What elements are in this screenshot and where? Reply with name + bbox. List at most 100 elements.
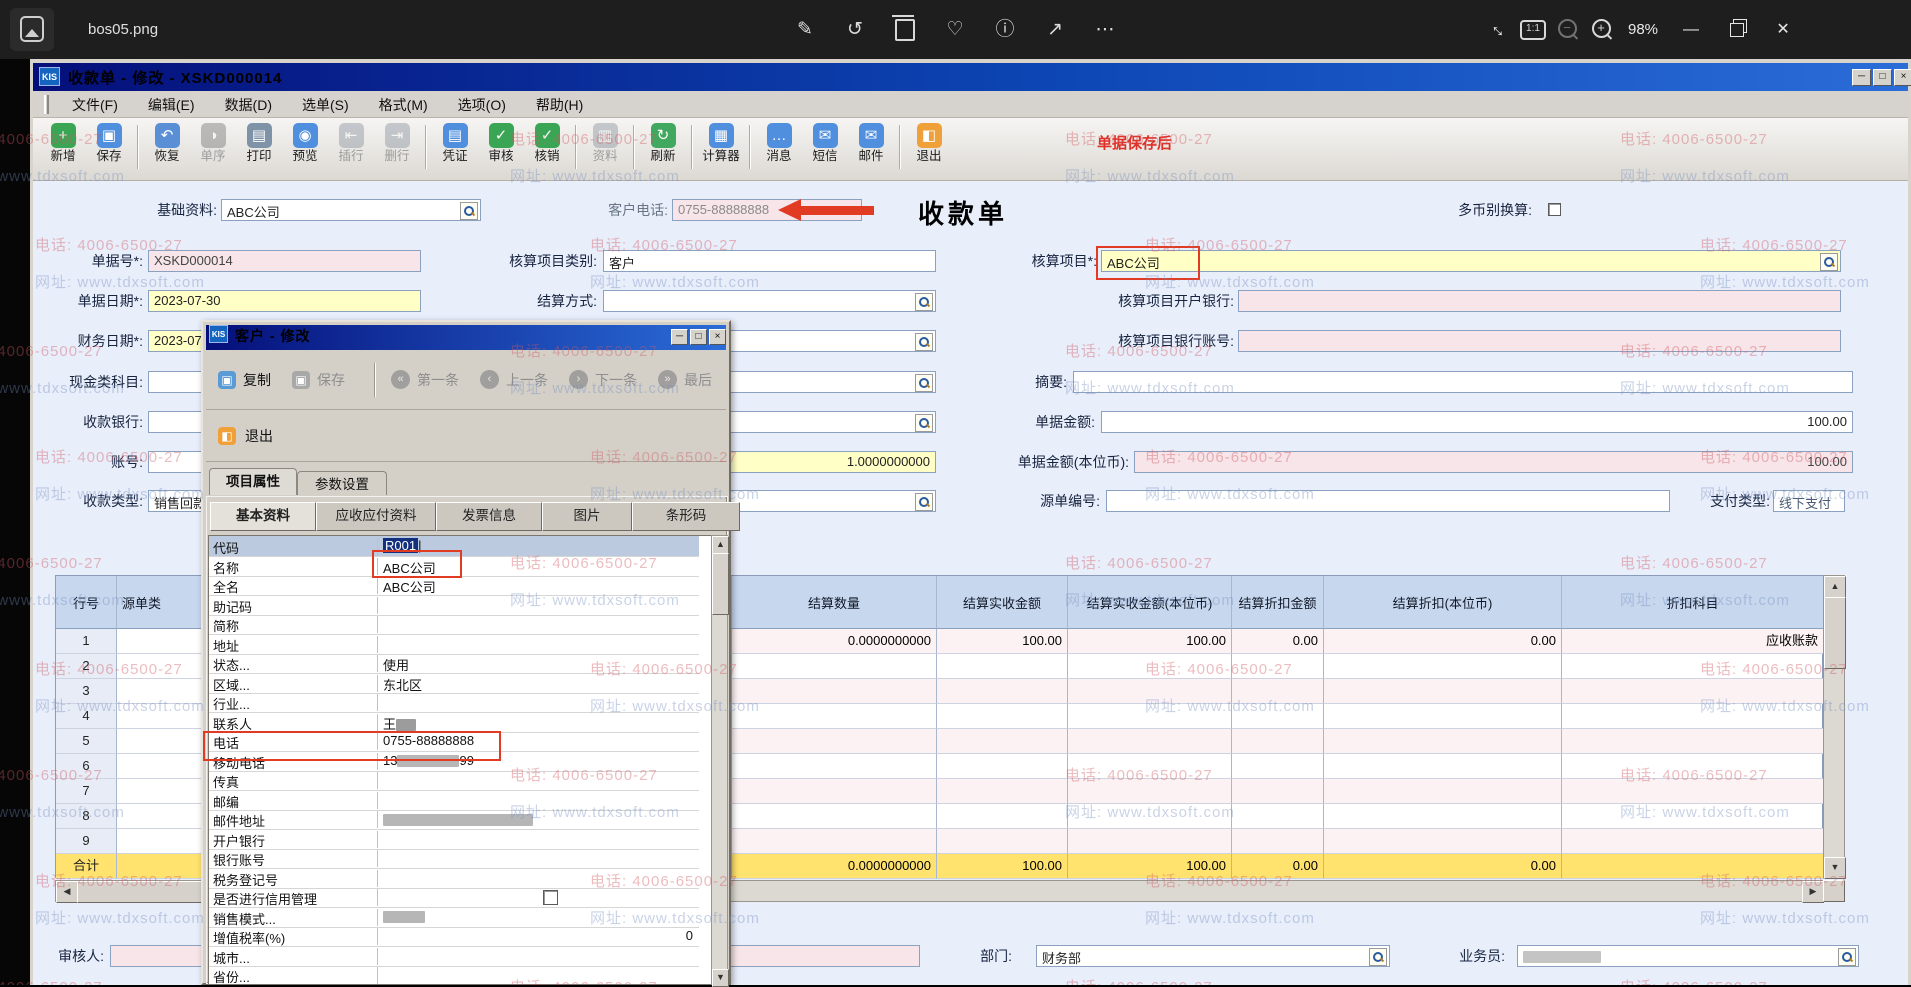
settle-method-field[interactable]	[603, 290, 936, 312]
dialog-scroll-up[interactable]: ▲	[712, 536, 729, 554]
table-cell[interactable]	[732, 829, 937, 854]
zoom-level[interactable]: 98%	[1618, 0, 1668, 59]
tab-parameter-settings[interactable]: 参数设置	[297, 471, 387, 495]
table-cell[interactable]	[1562, 654, 1824, 679]
table-cell[interactable]	[1068, 804, 1232, 829]
lookup-icon[interactable]	[1820, 253, 1838, 271]
table-vscrollbar[interactable]: ▲▼	[1823, 575, 1845, 878]
grid-row-邮编[interactable]: 邮编	[209, 790, 699, 811]
grid-row-区域...[interactable]: 区域...东北区	[209, 673, 699, 694]
inner-tab-图片[interactable]: 图片	[542, 502, 632, 531]
grid-row-value[interactable]: 0755-88888888	[383, 733, 693, 750]
table-cell[interactable]	[1562, 679, 1824, 704]
lookup-icon[interactable]	[915, 414, 933, 432]
menu-item-3[interactable]: 选单(S)	[302, 95, 349, 115]
pay-type-field[interactable]: 线下支付	[1773, 490, 1845, 512]
src-no-field[interactable]	[1106, 490, 1670, 512]
table-cell[interactable]	[1068, 704, 1232, 729]
grid-row-value[interactable]	[383, 948, 693, 965]
table-cell[interactable]	[1068, 754, 1232, 779]
grid-row-税务登记号[interactable]: 税务登记号	[209, 868, 699, 889]
table-cell[interactable]	[1562, 754, 1824, 779]
scroll-right-button[interactable]: ▶	[1802, 881, 1824, 903]
menu-item-0[interactable]: 文件(F)	[72, 95, 118, 115]
table-cell[interactable]	[937, 804, 1068, 829]
table-total-cell[interactable]: 100.00	[1068, 854, 1232, 879]
grid-row-城市...[interactable]: 城市...	[209, 946, 699, 967]
table-cell[interactable]	[1232, 779, 1324, 804]
grid-row-代码[interactable]: 代码R001|	[209, 536, 699, 557]
lookup-icon[interactable]	[460, 202, 478, 220]
grid-row-状态...[interactable]: 状态...使用	[209, 653, 699, 674]
scroll-left-button[interactable]: ◀	[56, 881, 78, 903]
table-cell[interactable]	[1324, 704, 1562, 729]
table-cell[interactable]	[1232, 754, 1324, 779]
table-total-cell[interactable]	[1562, 854, 1824, 879]
table-cell[interactable]	[937, 654, 1068, 679]
lookup-icon[interactable]	[1369, 948, 1387, 966]
table-cell[interactable]: 8	[56, 804, 117, 829]
table-cell[interactable]	[732, 679, 937, 704]
table-cell[interactable]	[1232, 679, 1324, 704]
dialog-vscrollbar[interactable]: ▲▼	[711, 535, 728, 985]
table-cell[interactable]	[937, 679, 1068, 704]
scroll-thumb[interactable]	[1824, 597, 1846, 669]
table-cell[interactable]	[1562, 729, 1824, 754]
edit-image-icon[interactable]: ✎	[788, 0, 822, 59]
item-category-field[interactable]: 客户	[603, 250, 936, 272]
toolbar-button-计算器[interactable]: ▦计算器	[698, 121, 744, 163]
table-cell[interactable]: 100.00	[1068, 629, 1232, 654]
grid-row-value[interactable]	[383, 694, 693, 711]
table-cell[interactable]	[1324, 754, 1562, 779]
table-total-cell[interactable]: 0.00	[1232, 854, 1324, 879]
table-cell[interactable]: 4	[56, 704, 117, 729]
grid-row-全名[interactable]: 全名ABC公司	[209, 575, 699, 596]
table-total-cell[interactable]: 合计	[56, 854, 117, 879]
menu-item-1[interactable]: 编辑(E)	[148, 95, 195, 115]
table-cell[interactable]	[1068, 729, 1232, 754]
table-cell[interactable]	[1068, 654, 1232, 679]
menu-item-4[interactable]: 格式(M)	[379, 95, 428, 115]
toolbar-button-打印[interactable]: ▤打印	[236, 121, 282, 163]
item-bankacc-field[interactable]	[1238, 330, 1841, 352]
kis-maximize-button[interactable]: □	[1873, 69, 1892, 86]
toolbar-button-消息[interactable]: …消息	[756, 121, 802, 163]
table-cell[interactable]	[1562, 829, 1824, 854]
scroll-down-button[interactable]: ▼	[1824, 857, 1846, 879]
table-cell[interactable]	[1562, 779, 1824, 804]
grid-row-value[interactable]	[383, 792, 693, 809]
dialog-maximize-button[interactable]: □	[690, 329, 707, 345]
grid-row-value[interactable]	[383, 850, 693, 867]
bill-date-field[interactable]: 2023-07-30	[148, 290, 421, 312]
grid-row-是否进行信用管理[interactable]: 是否进行信用管理	[209, 887, 699, 908]
dialog-scroll-down[interactable]: ▼	[712, 969, 729, 987]
grid-row-value[interactable]	[383, 889, 693, 906]
table-cell[interactable]	[1068, 679, 1232, 704]
tab-item-properties[interactable]: 项目属性	[209, 468, 297, 495]
menu-item-6[interactable]: 帮助(H)	[536, 95, 583, 115]
item-field[interactable]: ABC公司	[1101, 250, 1841, 272]
toolbar-button-保存[interactable]: ▣保存	[86, 121, 132, 163]
table-cell[interactable]	[1562, 704, 1824, 729]
lookup-icon[interactable]	[1838, 948, 1856, 966]
grid-row-value[interactable]	[383, 772, 693, 789]
kis-minimize-button[interactable]: ─	[1852, 69, 1871, 86]
grid-row-电话[interactable]: 电话0755-88888888	[209, 731, 699, 752]
table-cell[interactable]	[1232, 654, 1324, 679]
table-total-cell[interactable]: 0.0000000000	[732, 854, 937, 879]
table-cell[interactable]: 6	[56, 754, 117, 779]
grid-row-value[interactable]: ABC公司	[383, 558, 693, 575]
table-header-结算折扣(本位币)[interactable]: 结算折扣(本位币)	[1324, 576, 1562, 629]
table-cell[interactable]: 应收账款	[1562, 629, 1824, 654]
table-cell[interactable]	[1232, 704, 1324, 729]
grid-row-value[interactable]: 1399	[383, 753, 693, 770]
table-cell[interactable]	[732, 804, 937, 829]
table-cell[interactable]: 0.00	[1232, 629, 1324, 654]
minimize-button[interactable]: —	[1668, 0, 1714, 59]
grid-row-销售模式...[interactable]: 销售模式...	[209, 907, 699, 928]
table-cell[interactable]: 3	[56, 679, 117, 704]
table-header-结算折扣金额[interactable]: 结算折扣金额	[1232, 576, 1324, 629]
grid-row-行业...[interactable]: 行业...	[209, 692, 699, 713]
table-cell[interactable]	[1324, 829, 1562, 854]
table-cell[interactable]: 0.0000000000	[732, 629, 937, 654]
